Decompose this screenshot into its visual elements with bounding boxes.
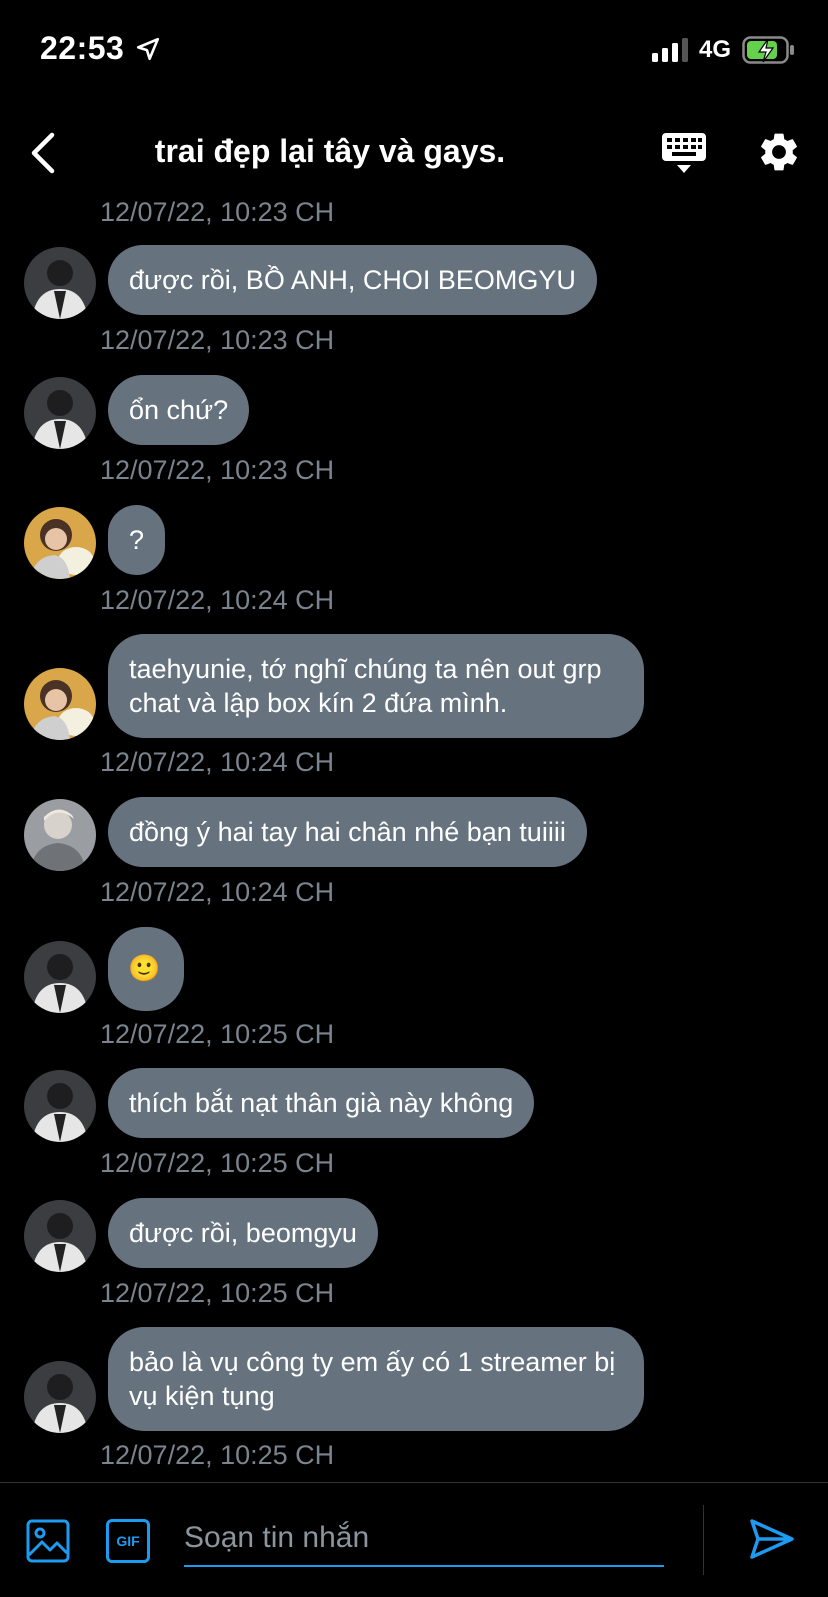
message-timestamp: 12/07/22, 10:24 CH: [100, 585, 335, 615]
location-arrow-icon: [136, 37, 160, 61]
message-list[interactable]: 12/07/22, 10:23 CH được rồi, BỒ ANH, CHO…: [0, 200, 828, 1482]
message-bubble[interactable]: được rồi, beomgyu: [108, 1198, 378, 1268]
message-timestamp: 12/07/22, 10:24 CH: [100, 877, 335, 907]
status-bar: 22:53 4G: [0, 0, 828, 100]
message-timestamp: 12/07/22, 10:23 CH: [100, 200, 335, 227]
message-timestamp: 12/07/22, 10:25 CH: [100, 1278, 335, 1308]
keyboard-shortcuts-icon[interactable]: [660, 131, 708, 175]
message-bubble[interactable]: được rồi, BỒ ANH, CHOI BEOMGYU: [108, 245, 597, 315]
settings-gear-icon[interactable]: [756, 129, 802, 175]
message-timestamp: 12/07/22, 10:23 CH: [100, 325, 335, 355]
sender-avatar[interactable]: [24, 1361, 96, 1433]
sender-avatar[interactable]: [24, 247, 96, 319]
message-input[interactable]: [184, 1511, 664, 1567]
message-bubble[interactable]: ?: [108, 505, 166, 575]
message-bubble[interactable]: ổn chứ?: [108, 375, 250, 445]
sender-avatar[interactable]: [24, 507, 96, 579]
signal-strength-icon: [652, 38, 688, 62]
message-composer: GIF: [0, 1482, 828, 1597]
composer-divider: [703, 1505, 704, 1575]
message-timestamp: 12/07/22, 10:25 CH: [100, 1019, 335, 1049]
sender-avatar[interactable]: [24, 799, 96, 871]
message-bubble[interactable]: 🙂: [108, 927, 184, 1011]
sender-avatar[interactable]: [24, 668, 96, 740]
sender-avatar[interactable]: [24, 1200, 96, 1272]
gif-button[interactable]: GIF: [106, 1519, 150, 1563]
message-bubble[interactable]: taehyunie, tớ nghĩ chúng ta nên out grp …: [108, 634, 644, 738]
sender-avatar[interactable]: [24, 377, 96, 449]
message-timestamp: 12/07/22, 10:23 CH: [100, 455, 335, 485]
chat-header: trai đẹp lại tây và gays.: [0, 115, 828, 190]
message-timestamp: 12/07/22, 10:25 CH: [100, 1148, 335, 1178]
battery-charging-icon: [742, 36, 794, 64]
conversation-title: trai đẹp lại tây và gays.: [154, 133, 506, 169]
message-bubble[interactable]: thích bắt nạt thân già này không: [108, 1068, 535, 1138]
message-timestamp: 12/07/22, 10:24 CH: [100, 747, 335, 777]
message-bubble[interactable]: bảo là vụ công ty em ấy có 1 streamer bị…: [108, 1327, 644, 1431]
image-attach-icon[interactable]: [26, 1519, 70, 1563]
message-bubble[interactable]: đồng ý hai tay hai chân nhé bạn tuiiii: [108, 797, 587, 867]
send-icon[interactable]: [748, 1515, 796, 1563]
message-timestamp: 12/07/22, 10:25 CH: [100, 1440, 335, 1470]
sender-avatar[interactable]: [24, 1070, 96, 1142]
status-time: 22:53: [40, 30, 125, 66]
network-type: 4G: [699, 36, 732, 63]
sender-avatar[interactable]: [24, 941, 96, 1013]
